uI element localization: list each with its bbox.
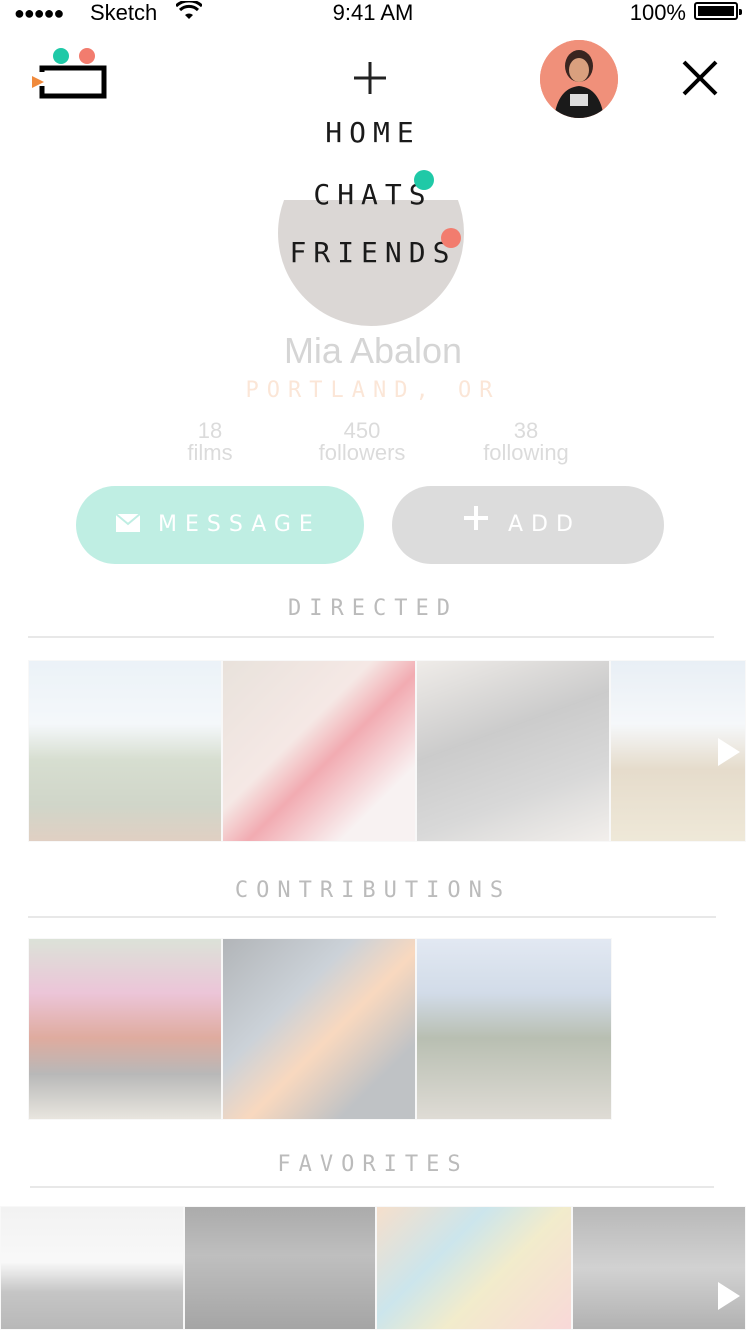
message-button-label: MESSAGE: [158, 512, 321, 537]
favorite-film-thumbnail[interactable]: [0, 1206, 184, 1330]
directed-film-thumbnail[interactable]: [416, 660, 610, 842]
section-title-favorites: FAVORITES: [277, 1152, 469, 1177]
contribution-film-thumbnail[interactable]: [28, 938, 222, 1120]
menu-item-home[interactable]: HOME: [0, 116, 746, 149]
stat-following: 38 following: [483, 418, 569, 465]
stat-followers: 450 followers: [318, 418, 406, 465]
envelope-icon: [116, 514, 140, 532]
plus-icon: [464, 506, 488, 530]
divider: [28, 916, 716, 918]
friends-notification-badge: [441, 228, 461, 248]
directed-row: [28, 660, 746, 846]
directed-film-thumbnail[interactable]: [28, 660, 222, 842]
menu-item-chats[interactable]: CHATS: [0, 178, 746, 211]
chats-notification-badge: [414, 170, 434, 190]
play-icon[interactable]: [718, 1282, 740, 1310]
play-icon[interactable]: [718, 738, 740, 766]
favorites-row: [0, 1206, 746, 1330]
message-button[interactable]: MESSAGE: [76, 486, 364, 564]
add-button-label: ADD: [508, 512, 581, 537]
battery-percentage: 100%: [629, 0, 686, 25]
stat-films: 18 films: [187, 418, 233, 465]
app-logo-icon[interactable]: [30, 46, 110, 102]
profile-name: Mia Abalon: [283, 330, 463, 371]
battery-icon: [694, 2, 742, 20]
profile-location: PORTLAND, OR: [245, 378, 501, 403]
plus-icon[interactable]: [352, 58, 388, 98]
contribution-film-thumbnail[interactable]: [416, 938, 612, 1120]
close-icon[interactable]: [680, 58, 720, 98]
directed-film-thumbnail[interactable]: [222, 660, 416, 842]
section-title-directed: DIRECTED: [288, 596, 458, 621]
section-title-contributions: CONTRIBUTIONS: [234, 878, 512, 903]
contribution-film-thumbnail[interactable]: [222, 938, 416, 1120]
add-button[interactable]: ADD: [392, 486, 664, 564]
favorite-film-thumbnail[interactable]: [376, 1206, 572, 1330]
favorite-film-thumbnail[interactable]: [184, 1206, 376, 1330]
contributions-row: [28, 938, 612, 1124]
divider: [28, 636, 714, 638]
status-bar: ●●●●● Sketch 9:41 AM 100%: [0, 0, 746, 26]
favorite-film-thumbnail[interactable]: [572, 1206, 746, 1330]
divider: [30, 1186, 714, 1188]
user-avatar[interactable]: [540, 40, 618, 118]
menu-item-friends[interactable]: FRIENDS: [0, 236, 746, 269]
